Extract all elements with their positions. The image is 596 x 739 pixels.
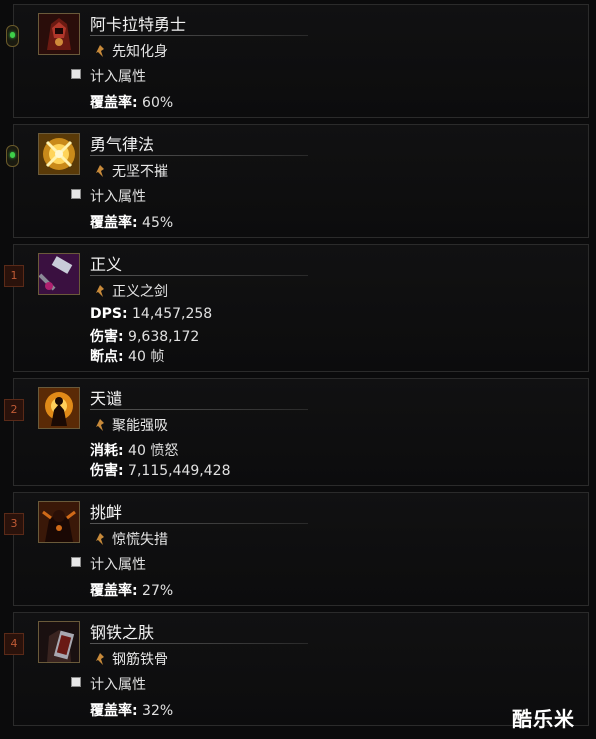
include-stats-label: 计入属性 — [90, 69, 146, 85]
stat-label: 伤害: — [90, 463, 124, 479]
include-stats-checkbox[interactable] — [71, 557, 81, 567]
divider — [90, 275, 308, 276]
rune: 无坚不摧 — [94, 161, 168, 181]
stat-value: 60% — [137, 95, 174, 111]
passive-slot-indicator — [6, 25, 19, 47]
rune-name: 聚能强吸 — [112, 418, 168, 434]
rune-icon — [96, 285, 104, 297]
justice-hammer-icon[interactable] — [38, 253, 80, 295]
skill-panel-laws-of-valor: 勇气律法 无坚不摧 计入属性 覆盖率: 45% — [6, 124, 589, 238]
include-stats-checkbox[interactable] — [71, 69, 81, 79]
passive-slot-indicator — [6, 145, 19, 167]
stat-label: 伤害: — [90, 329, 124, 345]
stat-label: 断点: — [90, 349, 124, 365]
rune-name: 钢筋铁骨 — [112, 652, 168, 668]
stat-label: 覆盖率: — [90, 215, 138, 231]
rune-name: 无坚不摧 — [112, 164, 168, 180]
include-stats-label: 计入属性 — [90, 189, 146, 205]
include-stats-checkbox[interactable] — [71, 677, 81, 687]
rune-icon — [96, 653, 104, 665]
include-stats-label: 计入属性 — [90, 677, 146, 693]
site-watermark: 酷乐米 — [512, 707, 575, 731]
stat-label: 覆盖率: — [90, 95, 138, 111]
divider — [90, 35, 308, 36]
stat-line: 断点: 40 帧 — [90, 346, 164, 366]
stat-line: 覆盖率: 45% — [90, 212, 173, 232]
skill-name: 天谴 — [90, 389, 123, 408]
skill-panel-iron-skin: 4 钢铁之肤 钢筋铁骨 计入属性 覆盖率: 32% — [4, 612, 589, 726]
rune-icon — [96, 533, 104, 545]
stat-line: DPS: 14,457,258 — [90, 306, 212, 322]
akarat-champion-icon[interactable] — [38, 13, 80, 55]
divider — [90, 155, 308, 156]
stat-line: 伤害: 9,638,172 — [90, 326, 199, 346]
stat-value: 27% — [137, 583, 174, 599]
divider — [90, 409, 308, 410]
stat-value: 40 帧 — [123, 349, 165, 365]
stat-value: 9,638,172 — [123, 329, 200, 345]
stat-value: 32% — [137, 703, 174, 719]
skill-panel-akarat: 阿卡拉特勇士 先知化身 计入属性 覆盖率: 60% — [6, 4, 589, 118]
stat-label: 覆盖率: — [90, 583, 138, 599]
active-led-icon — [10, 32, 15, 38]
rune: 惊慌失措 — [94, 529, 168, 549]
skill-slot-badge: 1 — [4, 265, 24, 287]
rune-name: 惊慌失措 — [112, 532, 168, 548]
condemn-icon[interactable] — [38, 387, 80, 429]
rune: 钢筋铁骨 — [94, 649, 168, 669]
stat-label: DPS: — [90, 306, 128, 322]
active-led-icon — [10, 152, 15, 158]
skill-panel-provoke: 3 挑衅 惊慌失措 计入属性 覆盖率: 27% — [4, 492, 589, 606]
laws-of-valor-icon[interactable] — [38, 133, 80, 175]
rune-name: 先知化身 — [112, 44, 168, 60]
rune-icon — [96, 45, 104, 57]
stat-value: 14,457,258 — [127, 306, 213, 322]
include-stats-checkbox[interactable] — [71, 189, 81, 199]
rune: 聚能强吸 — [94, 415, 168, 435]
skill-name: 阿卡拉特勇士 — [90, 15, 187, 34]
stat-line: 覆盖率: 60% — [90, 92, 173, 112]
rune-icon — [96, 419, 104, 431]
stat-label: 覆盖率: — [90, 703, 138, 719]
provoke-icon[interactable] — [38, 501, 80, 543]
stat-line: 消耗: 40 愤怒 — [90, 440, 178, 460]
rune-name: 正义之剑 — [112, 284, 168, 300]
divider — [90, 523, 308, 524]
skill-name: 钢铁之肤 — [90, 623, 155, 642]
stat-label: 消耗: — [90, 443, 124, 459]
rune-icon — [96, 165, 104, 177]
stat-value: 45% — [137, 215, 174, 231]
iron-skin-icon[interactable] — [38, 621, 80, 663]
skill-name: 勇气律法 — [90, 135, 155, 154]
skill-slot-badge: 4 — [4, 633, 24, 655]
skill-slot-badge: 2 — [4, 399, 24, 421]
stat-line: 覆盖率: 32% — [90, 700, 173, 720]
include-stats-label: 计入属性 — [90, 557, 146, 573]
stat-line: 覆盖率: 27% — [90, 580, 173, 600]
skill-panel-justice: 1 正义 正义之剑 DPS: 14,457,258 伤害: 9,638,172 … — [4, 244, 589, 372]
stat-value: 7,115,449,428 — [123, 463, 231, 479]
rune: 先知化身 — [94, 41, 168, 61]
skill-name: 正义 — [90, 255, 123, 274]
skill-name: 挑衅 — [90, 503, 123, 522]
stat-line: 伤害: 7,115,449,428 — [90, 460, 230, 480]
skill-slot-badge: 3 — [4, 513, 24, 535]
divider — [90, 643, 308, 644]
rune: 正义之剑 — [94, 281, 168, 301]
skill-panel-condemn: 2 天谴 聚能强吸 消耗: 40 愤怒 伤害: 7,115,449,428 — [4, 378, 589, 486]
stat-value: 40 愤怒 — [123, 443, 179, 459]
